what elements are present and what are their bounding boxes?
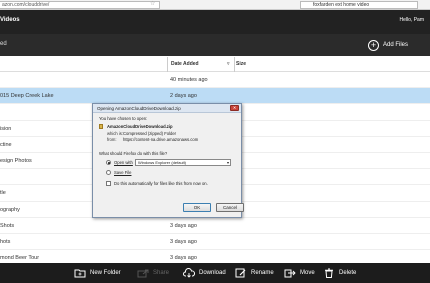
file-name: ography	[0, 206, 20, 213]
table-header: Date Added ▿ Size	[0, 57, 430, 72]
column-header-size[interactable]: Size	[236, 61, 246, 67]
table-row[interactable]: hots 3 days ago	[0, 234, 430, 251]
file-date: 2 days ago	[170, 93, 197, 100]
folder-header: ed + Add Files	[0, 34, 430, 56]
file-date: 3 days ago	[170, 222, 197, 229]
from-value: https://content-na.drive.amazonaws.com	[123, 137, 199, 142]
url-field[interactable]: azon.com/clouddrive/	[0, 1, 160, 9]
open-with-select[interactable]: Windows Explorer (default) ▾	[135, 159, 231, 166]
add-files-button[interactable]: + Add Files	[368, 38, 408, 52]
share-button[interactable]: Share	[137, 268, 169, 278]
dialog-filename: AmazonCloudDriveDownload.zip	[107, 124, 173, 129]
trash-icon	[325, 268, 333, 278]
share-label: Share	[153, 270, 170, 276]
which-is-value: Compressed (zipped) Folder	[123, 131, 177, 136]
from-label: from:	[107, 137, 117, 142]
table-row[interactable]: 015 Deep Creek Lake 2 days ago	[0, 88, 430, 105]
dialog-question: What should Firefox do with this file?	[99, 151, 168, 156]
plus-icon: +	[368, 39, 379, 51]
open-with-label: Open with	[114, 160, 133, 165]
file-name: 015 Deep Creek Lake	[0, 93, 54, 100]
user-greeting[interactable]: Hello, Pam	[400, 17, 424, 23]
column-header-date[interactable]: Date Added	[167, 57, 235, 72]
action-toolbar: New Folder Share Download Rename Move De…	[0, 263, 430, 283]
which-is-label: which is:	[107, 131, 124, 136]
page-title: Videos	[0, 17, 20, 23]
bookmark-star-icon[interactable]: ☆	[150, 0, 155, 7]
save-file-radio[interactable]	[106, 170, 111, 175]
rename-icon	[235, 268, 246, 278]
add-files-label: Add Files	[383, 42, 409, 48]
folder-add-icon	[74, 269, 86, 278]
file-name: mond Beer Tour	[0, 255, 40, 262]
delete-button[interactable]: Delete	[323, 268, 356, 278]
cancel-button[interactable]: Cancel	[216, 203, 244, 212]
delete-label: Delete	[339, 270, 357, 276]
open-with-value: Windows Explorer (default)	[138, 160, 187, 165]
ok-button[interactable]: OK	[183, 203, 211, 212]
table-row[interactable]: 40 minutes ago	[0, 72, 430, 89]
new-folder-button[interactable]: New Folder	[74, 268, 121, 278]
browser-toolbar: azon.com/clouddrive/ ☆ G foxfarden ext h…	[0, 0, 430, 10]
rename-button[interactable]: Rename	[235, 268, 274, 278]
cloud-download-icon	[183, 268, 195, 278]
app-header: Videos Hello, Pam	[0, 10, 430, 34]
auto-checkbox[interactable]	[106, 181, 111, 186]
file-name: Shots	[0, 222, 15, 229]
file-date: 3 days ago	[170, 255, 197, 262]
dialog-chosen-text: You have chosen to open:	[99, 116, 148, 121]
folder-title: ed	[0, 41, 7, 47]
file-name: hots	[0, 238, 11, 245]
download-button[interactable]: Download	[183, 268, 226, 278]
move-label: Move	[300, 270, 315, 276]
sort-arrow-icon: ▿	[227, 61, 230, 67]
file-name: esign Photos	[0, 157, 32, 164]
close-icon[interactable]: ✕	[230, 105, 239, 111]
file-name: ctine	[0, 141, 12, 148]
browser-search-field[interactable]: foxfarden ext home video	[300, 1, 418, 9]
table-row[interactable]: Shots 3 days ago	[0, 218, 430, 234]
download-label: Download	[199, 270, 226, 276]
chevron-down-icon: ▾	[226, 160, 229, 165]
file-name: ision	[0, 125, 12, 132]
zip-file-icon	[99, 124, 103, 129]
share-icon	[137, 269, 149, 278]
dialog-title: Opening AmazonCloudDriveDownload.zip	[93, 104, 241, 113]
move-icon	[284, 269, 296, 278]
new-folder-label: New Folder	[90, 270, 121, 276]
file-name: tle	[0, 190, 6, 197]
download-dialog: Opening AmazonCloudDriveDownload.zip ✕ Y…	[92, 103, 244, 218]
file-date: 40 minutes ago	[170, 77, 208, 83]
rename-label: Rename	[251, 270, 274, 276]
open-with-radio[interactable]	[106, 160, 111, 165]
save-file-label: Save File	[114, 170, 132, 175]
auto-checkbox-label: Do this automatically for files like thi…	[114, 181, 208, 186]
file-date: 3 days ago	[170, 238, 197, 245]
move-button[interactable]: Move	[284, 268, 315, 278]
